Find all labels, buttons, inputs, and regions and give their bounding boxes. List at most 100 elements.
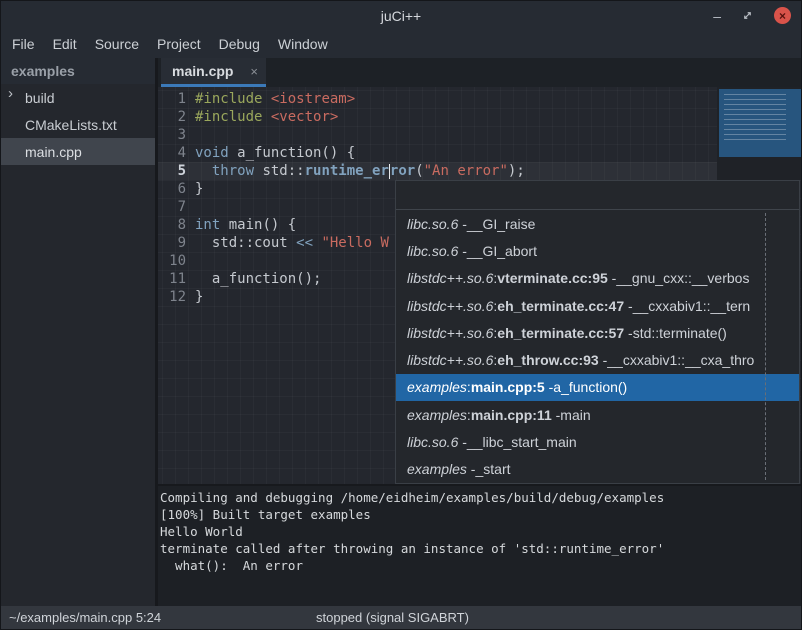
code-line-text: int main() { <box>186 216 296 234</box>
stack-frame[interactable]: libstdc++.so.6:eh_terminate.cc:47 - __cx… <box>396 292 799 319</box>
stack-frame-location: main.cpp:5 <box>471 379 545 395</box>
console-line: what(): An error <box>160 557 801 574</box>
stack-frame-dash: - <box>624 298 633 314</box>
stack-frame[interactable]: examples - _start <box>396 456 799 483</box>
stack-frame-library: examples <box>407 407 467 423</box>
stack-frame[interactable]: libstdc++.so.6:vterminate.cc:95 - __gnu_… <box>396 265 799 292</box>
line-number: 6 <box>158 180 186 198</box>
line-number: 11 <box>158 270 186 288</box>
stack-trace-popup: libc.so.6 - __GI_raiselibc.so.6 - __GI_a… <box>395 180 800 484</box>
code-line-text <box>186 198 195 216</box>
line-number: 12 <box>158 288 186 306</box>
stack-frame[interactable]: libc.so.6 - __GI_raise <box>396 210 799 237</box>
window-title: juCi++ <box>381 8 421 24</box>
stack-frame-function: __gnu_cxx::__verbos <box>616 270 749 286</box>
stack-frame-function: __cxxabiv1::__cxa_thro <box>607 352 754 368</box>
stack-frame[interactable]: examples:main.cpp:5 - a_function() <box>396 374 799 401</box>
line-number: 10 <box>158 252 186 270</box>
stack-frame-location: eh_throw.cc:93 <box>497 352 598 368</box>
stack-frame-function: __GI_abort <box>467 243 537 259</box>
console-output: Compiling and debugging /home/eidheim/ex… <box>158 484 801 606</box>
window-controls: – × <box>713 1 791 30</box>
stack-frame-library: libc.so.6 <box>407 243 458 259</box>
code-line-text: #include <iostream> <box>186 90 355 108</box>
stack-popup-scrollbar[interactable] <box>765 213 766 480</box>
code-line-text: a_function(); <box>186 270 321 288</box>
debug-status: stopped (signal SIGABRT) <box>316 610 469 625</box>
stack-frame-library: libstdc++.so.6 <box>407 352 493 368</box>
code-line[interactable]: 5 throw std::runtime_error("An error"); <box>158 162 801 180</box>
line-number: 5 <box>158 162 186 180</box>
stack-frame-library: libstdc++.so.6 <box>407 298 493 314</box>
minimap-code-lines <box>724 94 786 144</box>
code-editor[interactable]: 1#include <iostream>2#include <vector>34… <box>158 87 801 484</box>
menu-item-window[interactable]: Window <box>269 30 337 58</box>
line-number: 7 <box>158 198 186 216</box>
chevron-right-icon[interactable]: › <box>8 85 13 102</box>
code-line[interactable]: 1#include <iostream> <box>158 90 801 108</box>
stack-frame-dash: - <box>458 243 467 259</box>
tab-close-icon[interactable]: × <box>250 64 258 79</box>
stack-frame-library: examples <box>407 461 467 477</box>
line-number: 1 <box>158 90 186 108</box>
console-line: Compiling and debugging /home/eidheim/ex… <box>160 489 801 506</box>
tab-bar: main.cpp × <box>158 58 801 87</box>
stack-frame-location: eh_terminate.cc:47 <box>497 298 624 314</box>
menu-item-project[interactable]: Project <box>148 30 210 58</box>
stack-frame-library: libstdc++.so.6 <box>407 270 493 286</box>
minimap[interactable] <box>719 89 801 157</box>
stack-frame-dash: - <box>552 407 561 423</box>
restore-icon <box>742 10 753 21</box>
line-number: 9 <box>158 234 186 252</box>
file-tree: ›build CMakeLists.txt main.cpp <box>1 84 155 165</box>
stack-frame[interactable]: libc.so.6 - __libc_start_main <box>396 428 799 455</box>
code-line-text: #include <vector> <box>186 108 338 126</box>
tab-label: main.cpp <box>172 63 233 79</box>
minimize-button[interactable]: – <box>713 9 721 23</box>
stack-frame-dash: - <box>599 352 608 368</box>
stack-frame-function: a_function() <box>553 379 627 395</box>
code-line[interactable]: 4void a_function() { <box>158 144 801 162</box>
main-area: examples ›build CMakeLists.txt main.cpp ma… <box>1 58 801 606</box>
sidebar-item-build[interactable]: ›build <box>1 84 155 111</box>
sidebar-item-cmakeliststxt[interactable]: CMakeLists.txt <box>1 111 155 138</box>
stack-frame[interactable]: libstdc++.so.6:eh_throw.cc:93 - __cxxabi… <box>396 346 799 373</box>
stack-frame-library: libc.so.6 <box>407 216 458 232</box>
file-tree-sidebar: examples ›buildCMakeLists.txtmain.cpp <box>1 58 158 606</box>
editor-column: main.cpp × 1#include <iostream>2#include… <box>158 58 801 606</box>
stack-frame-function: __GI_raise <box>467 216 535 232</box>
stack-frame[interactable]: libc.so.6 - __GI_abort <box>396 237 799 264</box>
stack-frame-library: libstdc++.so.6 <box>407 325 493 341</box>
console-line: Hello World <box>160 523 801 540</box>
minimap-holder <box>717 87 801 180</box>
close-button[interactable]: × <box>774 7 791 24</box>
stack-frame[interactable]: examples:main.cpp:11 - main <box>396 401 799 428</box>
menu-item-file[interactable]: File <box>3 30 44 58</box>
juci-window: { "window": { "title": "juCi++", "contro… <box>0 0 802 630</box>
sidebar-item-maincpp[interactable]: main.cpp <box>1 138 155 165</box>
console-line: terminate called after throwing an insta… <box>160 540 801 557</box>
tab-maincpp[interactable]: main.cpp × <box>161 58 266 87</box>
stack-frame-function: std::terminate() <box>633 325 727 341</box>
line-number: 3 <box>158 126 186 144</box>
stack-popup-search[interactable] <box>396 181 799 210</box>
title-bar[interactable]: juCi++ – × <box>1 1 801 30</box>
stack-frame-function: __libc_start_main <box>467 434 577 450</box>
console-line: [100%] Built target examples <box>160 506 801 523</box>
stack-frame-function: main <box>560 407 590 423</box>
code-line-text: } <box>186 180 203 198</box>
menu-item-debug[interactable]: Debug <box>210 30 269 58</box>
cursor-position-status: ~/examples/main.cpp 5:24 <box>1 610 161 625</box>
line-number: 4 <box>158 144 186 162</box>
status-bar: ~/examples/main.cpp 5:24 stopped (signal… <box>1 606 801 629</box>
menu-item-source[interactable]: Source <box>86 30 148 58</box>
restore-button[interactable] <box>742 10 753 21</box>
stack-frame[interactable]: libstdc++.so.6:eh_terminate.cc:57 - std:… <box>396 319 799 346</box>
menu-bar: FileEditSourceProjectDebugWindow <box>1 30 801 58</box>
code-line[interactable]: 2#include <vector> <box>158 108 801 126</box>
stack-frame-location: eh_terminate.cc:57 <box>497 325 624 341</box>
sidebar-item-label: CMakeLists.txt <box>1 117 117 133</box>
sidebar-item-label: main.cpp <box>1 144 82 160</box>
code-line[interactable]: 3 <box>158 126 801 144</box>
menu-item-edit[interactable]: Edit <box>44 30 86 58</box>
